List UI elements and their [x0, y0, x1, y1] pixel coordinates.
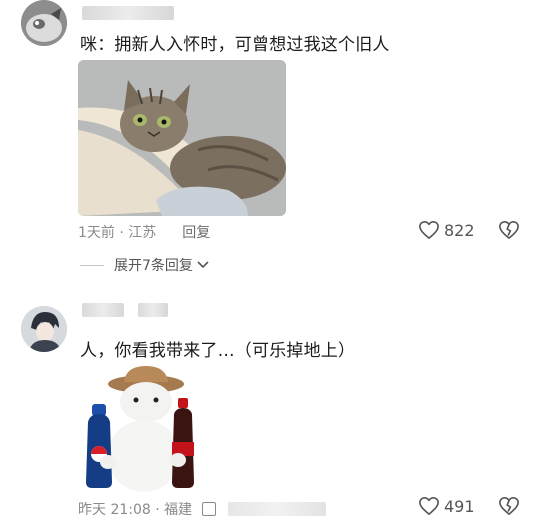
cat-cola-meme[interactable] [78, 364, 202, 492]
expand-replies-button[interactable]: 展开7条回复 [80, 255, 209, 275]
like-button[interactable]: 491 [418, 496, 475, 516]
username-blurred[interactable] [82, 6, 174, 20]
cat-photo[interactable] [78, 60, 286, 216]
like-button[interactable]: 822 [418, 220, 475, 240]
username-blurred[interactable] [82, 303, 124, 317]
comment-item: 咪：拥新人入怀时，可曾想过我这个旧人 1天前 · 江苏 回复 822 展开7条回… [0, 0, 544, 290]
username-blurred[interactable] [138, 303, 168, 317]
share-icon[interactable] [202, 502, 217, 516]
heart-outline-icon [419, 497, 439, 515]
like-count: 822 [444, 220, 475, 240]
comment-time-location: 1天前 · 江苏 [78, 225, 157, 241]
comment-time-location: 昨天 21:08 · 福建 [78, 502, 193, 518]
reply-button[interactable]: 回复 [182, 222, 210, 242]
expand-replies-label: 展开7条回复 [114, 258, 193, 274]
like-count: 491 [444, 496, 475, 516]
avatar[interactable] [21, 0, 67, 46]
expand-divider [80, 264, 104, 266]
comment-meta: 昨天 21:08 · 福建 [78, 499, 327, 519]
comment-text: 咪：拥新人入怀时，可曾想过我这个旧人 [80, 35, 390, 55]
blurred-tag[interactable] [228, 502, 327, 516]
comment-meta: 1天前 · 江苏 回复 [78, 222, 210, 242]
dislike-button[interactable] [498, 220, 520, 244]
broken-heart-icon [499, 497, 519, 515]
comment-text: 人，你看我带来了…（可乐掉地上） [80, 341, 356, 361]
chevron-down-icon [197, 261, 209, 269]
comment-item: 人，你看我带来了…（可乐掉地上） 昨天 21:08 · 福建 491 [0, 296, 544, 528]
dislike-button[interactable] [498, 496, 520, 520]
heart-outline-icon [419, 221, 439, 239]
avatar[interactable] [21, 306, 67, 352]
broken-heart-icon [499, 221, 519, 239]
